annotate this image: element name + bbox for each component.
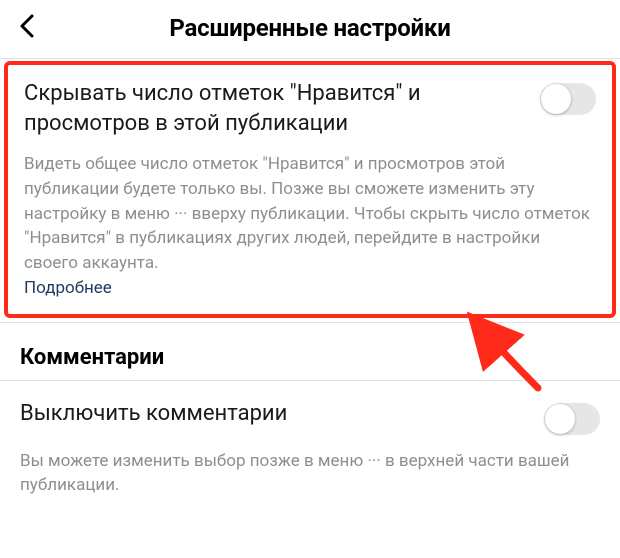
chevron-left-icon [18,12,38,40]
toggle-knob [545,404,575,434]
disable-comments-description: Вы можете изменить выбор позже в меню ··… [20,449,600,498]
learn-more-link[interactable]: Подробнее [24,278,596,298]
page-title: Расширенные настройки [18,14,602,42]
hide-likes-row: Скрывать число отметок "Нравится" и прос… [24,79,596,138]
divider [0,58,620,59]
hide-likes-description: Видеть общее число отметок "Нравится" и … [24,152,596,275]
hide-likes-title: Скрывать число отметок "Нравится" и прос… [24,79,524,138]
hide-likes-toggle[interactable] [540,83,596,115]
hide-likes-section: Скрывать число отметок "Нравится" и прос… [4,61,616,318]
disable-comments-toggle[interactable] [544,403,600,435]
header: Расширенные настройки [0,0,620,58]
disable-comments-row: Выключить комментарии [20,399,600,435]
disable-comments-title: Выключить комментарии [20,399,528,429]
back-button[interactable] [18,12,38,44]
toggle-knob [541,84,571,114]
comments-heading: Комментарии [0,323,620,380]
disable-comments-section: Выключить комментарии Вы можете изменить… [0,381,620,518]
